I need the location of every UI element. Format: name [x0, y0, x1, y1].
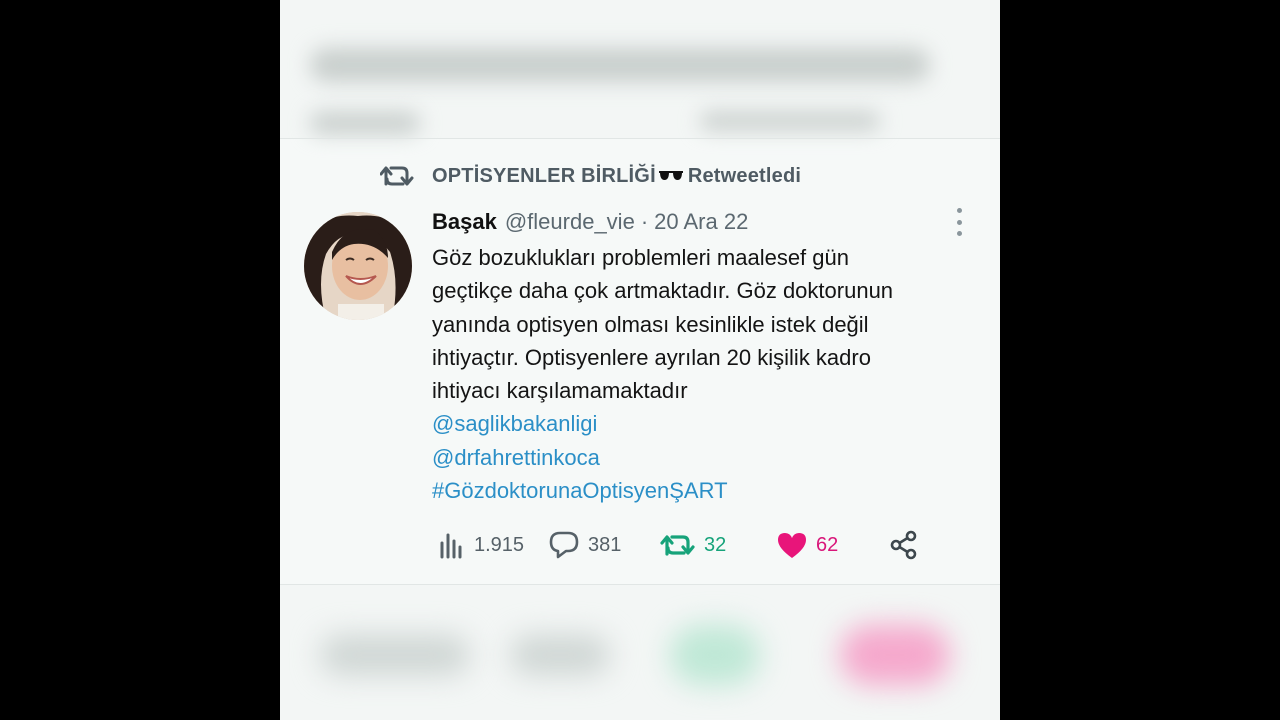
- author-name[interactable]: Başak: [432, 209, 497, 235]
- tweet-text-line: geçtikçe daha çok artmaktadır. Göz dokto…: [432, 278, 894, 304]
- author-handle[interactable]: @fleurde_vie: [505, 209, 635, 235]
- reply-button[interactable]: 381: [548, 528, 621, 562]
- heart-icon: [778, 533, 806, 558]
- tweet-text-line: ihtiyacı karşılamamaktadır: [432, 378, 688, 404]
- retweeter-name[interactable]: OPTİSYENLER BİRLİĞİ: [432, 165, 656, 188]
- retweeted-label: Retweetledi: [687, 164, 802, 187]
- share-button[interactable]: [888, 528, 928, 562]
- reply-count: 381: [588, 533, 622, 556]
- tweet-text-line: Göz bozuklukları problemleri maalesef gü…: [432, 245, 849, 270]
- like-count: 62: [816, 533, 839, 556]
- retweet-icon: [380, 166, 414, 186]
- blurred-previous-tweet: [280, 0, 1000, 138]
- divider-top: [280, 138, 1000, 139]
- tweet-text: Göz bozuklukları problemleri maalesef gü…: [432, 241, 992, 507]
- views-count: 1.915: [474, 533, 525, 556]
- retweet-count: 32: [704, 533, 727, 556]
- tweet-text-line: yanında optisyen olması kesinlikle istek…: [432, 311, 869, 337]
- avatar[interactable]: [304, 212, 412, 320]
- tweet-panel: OPTİSYENLER BİRLİĞİ Retweetledi Başak @f…: [280, 0, 1000, 720]
- hashtag-link[interactable]: #GözdoktorunaOptisyenŞART: [432, 474, 992, 507]
- more-options-icon[interactable]: [954, 208, 964, 236]
- retweet-icon: [660, 535, 695, 556]
- mention-link[interactable]: @saglikbakanligi: [432, 407, 992, 440]
- blurred-next-tweet: [280, 585, 1000, 720]
- tweet-header: Başak @fleurde_vie · 20 Ara 22: [432, 206, 748, 238]
- separator: ·: [640, 209, 649, 234]
- avatar-image: [304, 212, 412, 320]
- retweet-header[interactable]: OPTİSYENLER BİRLİĞİ Retweetledi: [380, 160, 801, 192]
- like-button[interactable]: 62: [776, 528, 838, 562]
- tweet-date[interactable]: 20 Ara 22: [654, 209, 748, 235]
- share-icon: [890, 530, 917, 560]
- tweet-text-line: ihtiyaçtır. Optisyenlere ayrılan 20 kişi…: [432, 344, 871, 370]
- views-button[interactable]: 1.915: [438, 528, 524, 562]
- retweet-button[interactable]: 32: [660, 528, 726, 562]
- sunglasses-icon: [658, 171, 683, 180]
- mention-link[interactable]: @drfahrettinkoca: [432, 441, 992, 474]
- views-icon: [440, 533, 462, 559]
- tweet-actions: 1.915 381 32 62: [438, 528, 938, 562]
- reply-icon: [549, 531, 579, 559]
